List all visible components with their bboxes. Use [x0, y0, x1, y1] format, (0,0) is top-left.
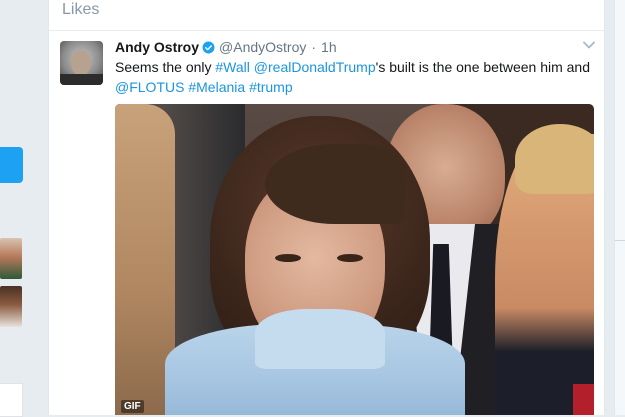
- gif-frame: [115, 104, 594, 415]
- avatar[interactable]: [60, 41, 103, 85]
- tweet-media-gif[interactable]: GIF: [115, 104, 594, 415]
- tweet-text: Seems the only #Wall @realDonaldTrump's …: [115, 57, 595, 97]
- avatar-shirt: [60, 74, 103, 85]
- gif-badge: GIF: [121, 400, 144, 413]
- tweet-header: Andy Ostroy @AndyOstroy · 1h: [115, 38, 337, 56]
- text-segment: 's built is the one between him and: [375, 59, 591, 75]
- hashtag-link[interactable]: #trump: [249, 79, 293, 95]
- red-tie: [573, 384, 594, 415]
- mention-link[interactable]: @realDonaldTrump: [254, 59, 376, 75]
- separator-dot: ·: [311, 39, 317, 55]
- eye-right: [337, 254, 363, 262]
- verified-badge-icon: [202, 41, 215, 53]
- left-sidebar: [0, 0, 30, 417]
- avatar-face: [71, 50, 91, 76]
- likes-title: Likes: [62, 1, 100, 18]
- tweet-button[interactable]: [0, 147, 23, 183]
- who-to-follow-avatar[interactable]: [0, 286, 22, 327]
- woman-bang: [265, 144, 405, 224]
- collar: [255, 309, 385, 369]
- author-handle[interactable]: @AndyOstroy: [219, 39, 306, 55]
- author-name[interactable]: Andy Ostroy: [115, 39, 199, 55]
- divider: [615, 240, 625, 241]
- chevron-down-icon[interactable]: [582, 38, 596, 52]
- eye-left: [275, 254, 301, 262]
- likes-timeline: Likes Andy Ostroy @AndyOstroy · 1h Seems…: [48, 0, 605, 415]
- hashtag-link[interactable]: #Wall: [215, 59, 250, 75]
- tweet-timestamp[interactable]: 1h: [321, 39, 337, 55]
- sidebar-card: [0, 383, 23, 417]
- mention-link[interactable]: @FLOTUS: [115, 79, 184, 95]
- likes-header: Likes: [49, 0, 604, 31]
- hashtag-link[interactable]: #Melania: [188, 79, 245, 95]
- right-sidebar: [614, 0, 625, 415]
- who-to-follow-avatar[interactable]: [0, 238, 22, 279]
- man-right-hair: [515, 124, 594, 194]
- text-segment: Seems the only: [115, 59, 216, 75]
